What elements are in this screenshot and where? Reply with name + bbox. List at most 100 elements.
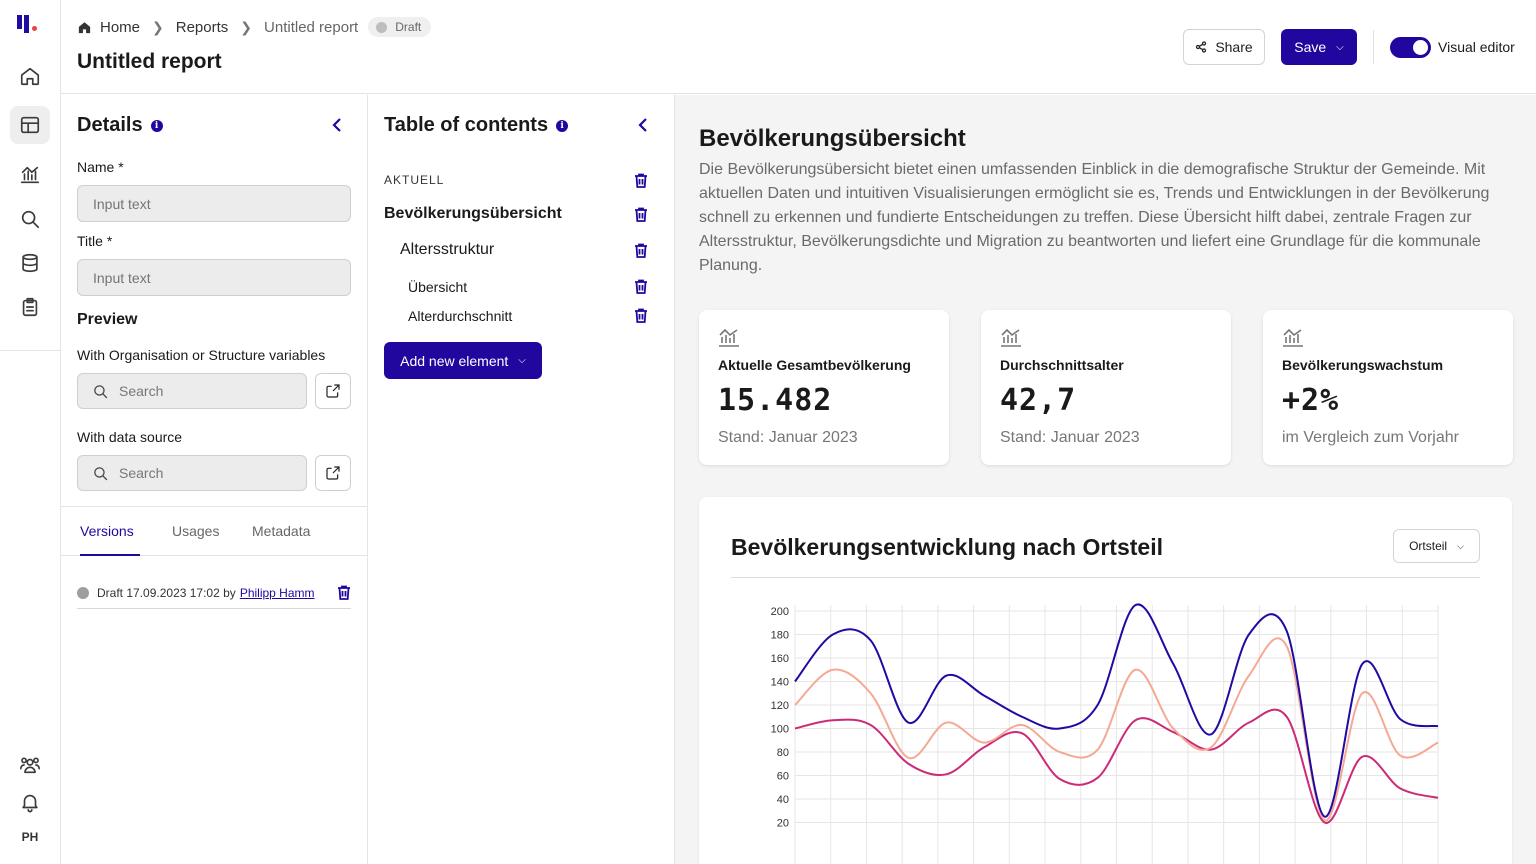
version-status-dot-icon [77,586,89,599]
version-status: Draft [97,585,124,600]
report-title: Bevölkerungsübersicht [699,125,966,152]
share-button-label: Share [1215,39,1253,55]
delete-section-button[interactable] [634,173,648,188]
bell-icon [22,794,38,813]
rail-home[interactable] [10,57,50,95]
rail-notifications[interactable] [10,783,50,821]
tab-versions[interactable]: Versions [80,523,134,539]
version-author-link[interactable]: Philipp Hamm [240,586,315,600]
info-icon[interactable]: i [150,119,163,132]
report-description: Die Bevölkerungsübersicht bietet einen u… [699,161,1490,274]
header-divider [1373,30,1374,64]
trash-icon [635,173,647,188]
y-tick-label: 160 [771,653,789,665]
rail-reports[interactable] [10,106,50,144]
toc-title-text: Table of contents [384,114,549,136]
layout-icon [20,116,40,134]
chevron-right-icon: ❯ [152,18,164,35]
save-button[interactable]: Save ⌵ [1281,29,1357,65]
collapse-toc-button[interactable] [633,115,653,135]
breadcrumb-home[interactable]: Home [100,19,140,36]
kpi-label: Aktuelle Gesamtbevölkerung [718,357,911,373]
trash-icon [635,308,647,323]
y-tick-label: 140 [771,677,789,689]
name-field[interactable] [77,185,351,222]
data-source-search-input[interactable]: Search [77,455,307,491]
title-label: Title * [77,233,113,249]
toc-item[interactable]: Bevölkerungsübersicht [384,205,562,223]
visual-editor-toggle[interactable] [1390,37,1431,58]
toc-panel: Table of contents i AKTUELL Bevölkerungs… [368,95,675,864]
version-row[interactable]: Draft 17.09.2023 17:02 by Philipp Hamm [77,577,351,609]
data-source-open-external-button[interactable] [315,455,351,491]
y-tick-label: 200 [771,606,789,618]
external-link-icon [326,384,340,398]
delete-toc-item-button[interactable] [634,207,648,222]
preview-heading: Preview [77,311,138,328]
save-button-label: Save [1294,39,1327,55]
database-icon [22,253,38,273]
org-variables-label: With Organisation or Structure variables [77,347,326,363]
y-tick-label: 60 [777,771,789,783]
chart-icon [20,166,40,184]
status-dot-icon [376,21,388,33]
delete-version-button[interactable] [337,585,351,600]
details-panel: Details i Name * Title * Preview With Or… [61,95,368,864]
kpi-subtext: Stand: Januar 2023 [1000,429,1140,446]
tab-metadata[interactable]: Metadata [252,523,310,539]
add-new-element-label: Add new element [400,352,509,369]
kpi-card-population: Aktuelle Gesamtbevölkerung 15.482 Stand:… [699,310,949,465]
delete-toc-item-button[interactable] [634,308,648,323]
kpi-card-average-age: Durchschnittsalter 42,7 Stand: Januar 20… [981,310,1231,465]
toc-item[interactable]: Altersstruktur [400,241,494,259]
add-new-element-button[interactable]: Add new element ⌵ [384,342,542,379]
details-title: Details i [77,114,163,137]
y-tick-label: 120 [771,700,789,712]
trash-icon [635,207,647,222]
chevron-left-icon [332,118,341,132]
toc-item[interactable]: Alterdurchschnitt [408,308,512,324]
y-tick-label: 20 [777,818,789,830]
y-tick-label: 40 [777,794,789,806]
kpi-value: +2% [1282,383,1340,418]
breadcrumb-reports[interactable]: Reports [176,19,229,36]
details-tabs: Versions Usages Metadata [61,506,368,556]
chart-icon [718,327,740,347]
tab-usages[interactable]: Usages [172,523,219,539]
rail-analytics[interactable] [10,156,50,194]
line-chart: 20 40 60 80 100 120 140 160 180 200 [771,603,1439,864]
collapse-details-button[interactable] [327,115,347,135]
kpi-card-growth: Bevölkerungswachstum +2% im Vergleich zu… [1263,310,1513,465]
toc-section-label: AKTUELL [384,173,445,187]
rail-database[interactable] [10,244,50,282]
clipboard-icon [22,297,38,317]
logo-mark[interactable] [17,15,45,37]
delete-toc-item-button[interactable] [634,279,648,294]
rail-search[interactable] [10,200,50,238]
title-field[interactable] [77,259,351,296]
external-link-icon [326,466,340,480]
active-tab-indicator [80,554,140,556]
share-icon [1196,41,1207,53]
visual-editor-label: Visual editor [1438,39,1515,55]
home-icon[interactable] [77,20,92,35]
kpi-value: 42,7 [1000,383,1077,418]
avatar[interactable]: PH [13,826,47,848]
data-source-search-placeholder: Search [119,465,164,481]
kpi-subtext: Stand: Januar 2023 [718,429,858,446]
toc-item[interactable]: Übersicht [408,279,467,295]
name-label: Name * [77,159,124,175]
y-tick-label: 100 [771,724,789,736]
rail-tasks[interactable] [10,288,50,326]
info-icon[interactable]: i [556,119,569,132]
share-button[interactable]: Share [1183,29,1265,65]
delete-toc-item-button[interactable] [634,243,648,258]
org-search-input[interactable]: Search [77,373,307,409]
y-tick-label: 180 [771,630,789,642]
toc-title: Table of contents i [384,114,569,137]
users-icon [20,757,40,774]
rail-team[interactable] [10,746,50,784]
trash-icon [635,279,647,294]
org-open-external-button[interactable] [315,373,351,409]
chart-icon [1000,327,1022,347]
